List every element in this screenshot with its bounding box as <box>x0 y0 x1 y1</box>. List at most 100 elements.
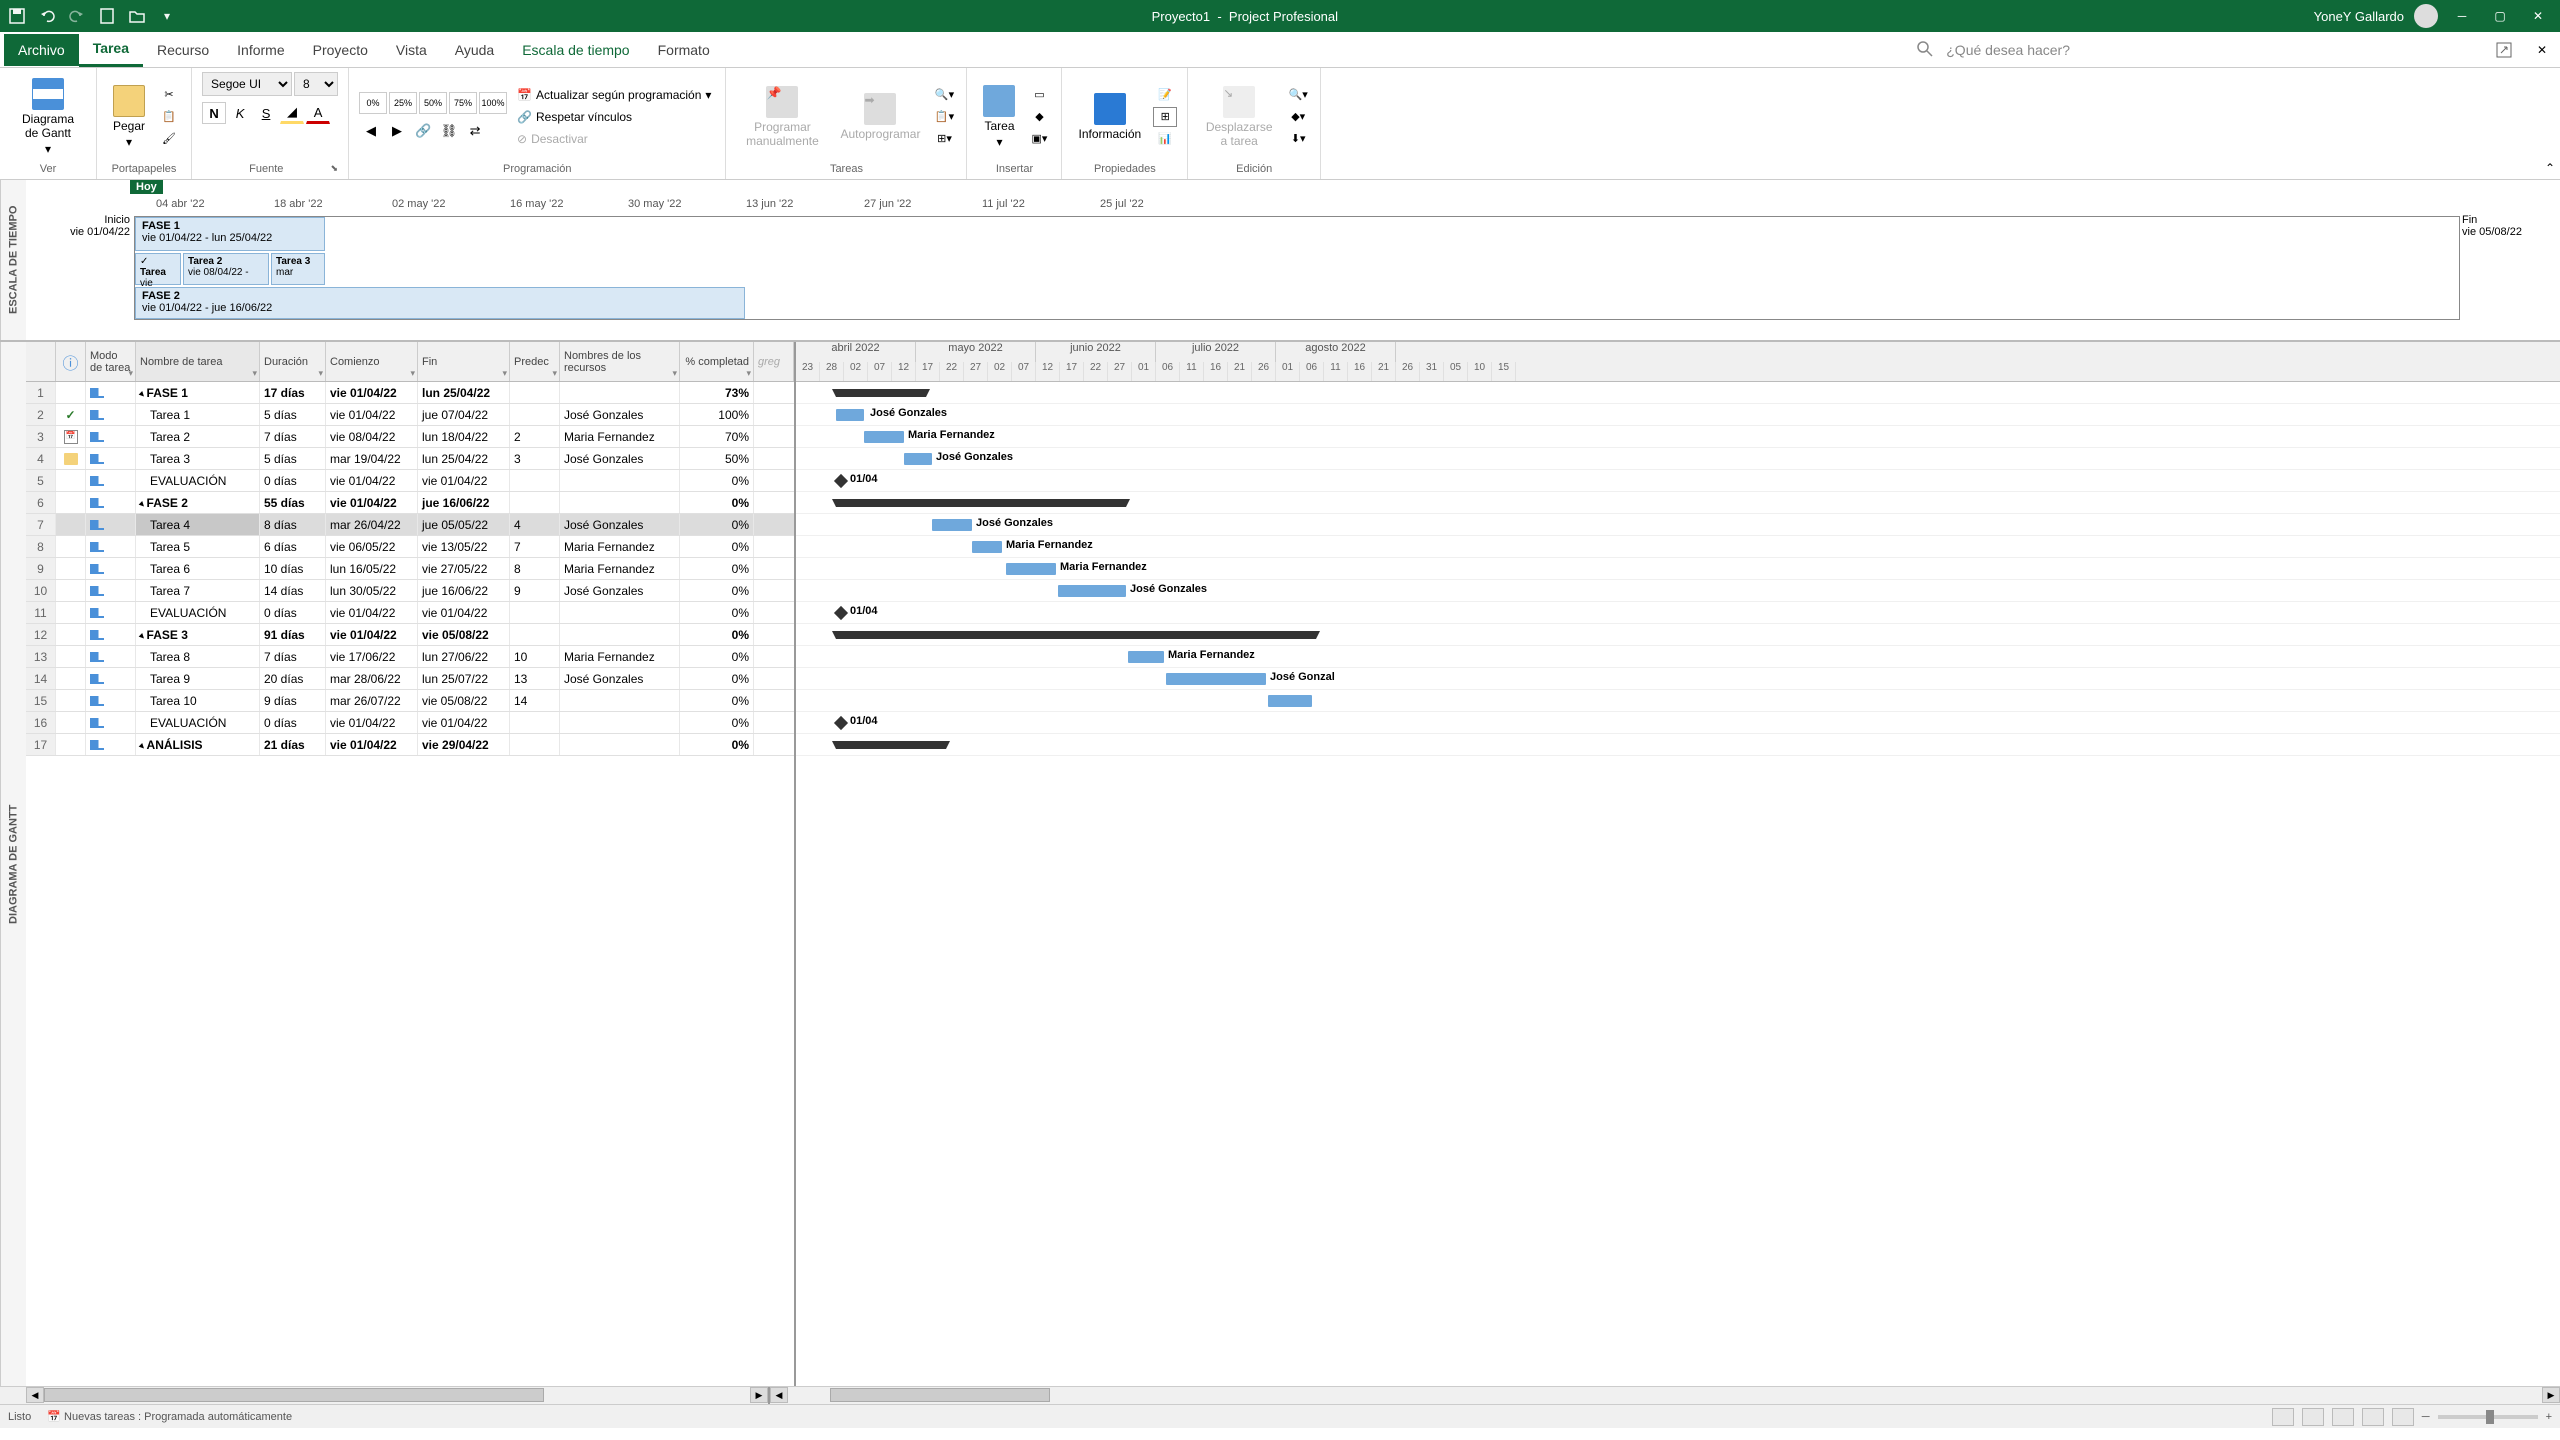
row-duration[interactable]: 14 días <box>260 580 326 601</box>
row-duration[interactable]: 8 días <box>260 514 326 535</box>
gantt-view-button[interactable]: Diagrama de Gantt ▾ <box>10 76 86 158</box>
table-row[interactable]: 9Tarea 610 díaslun 16/05/22vie 27/05/228… <box>26 558 794 580</box>
gantt-task-bar[interactable] <box>1058 585 1126 597</box>
row-number[interactable]: 3 <box>26 426 56 447</box>
search-icon[interactable] <box>1916 40 1936 60</box>
row-end[interactable]: vie 13/05/22 <box>418 536 510 557</box>
row-name[interactable]: Tarea 4 <box>136 514 260 535</box>
row-end[interactable]: jue 05/05/22 <box>418 514 510 535</box>
row-pred[interactable] <box>510 492 560 513</box>
row-start[interactable]: vie 01/04/22 <box>326 734 418 755</box>
row-number[interactable]: 15 <box>26 690 56 711</box>
chart-scroll-left-icon[interactable]: ◀ <box>770 1387 788 1403</box>
minimize-icon[interactable]: ─ <box>2448 6 2476 26</box>
row-end[interactable]: vie 05/08/22 <box>418 624 510 645</box>
row-pred[interactable]: 8 <box>510 558 560 579</box>
table-row[interactable]: 10 Tarea 714 díaslun 30/05/22jue 16/06/22… <box>26 580 794 602</box>
table-row[interactable]: 5EVALUACIÓN0 díasvie 01/04/22vie 01/04/2… <box>26 470 794 492</box>
row-mode[interactable] <box>86 602 136 623</box>
outdent-icon[interactable]: ◀ <box>359 120 383 142</box>
row-duration[interactable]: 20 días <box>260 668 326 689</box>
row-name[interactable]: EVALUACIÓN <box>136 602 260 623</box>
font-size-select[interactable]: 8 <box>294 72 338 96</box>
gantt-milestone-icon[interactable] <box>834 716 848 730</box>
row-end[interactable]: vie 05/08/22 <box>418 690 510 711</box>
tab-proyecto[interactable]: Proyecto <box>299 34 382 66</box>
inspect-icon[interactable]: 🔍▾ <box>932 85 956 105</box>
row-pct[interactable]: 0% <box>680 558 754 579</box>
bold-button[interactable]: N <box>202 102 226 124</box>
row-end[interactable]: lun 27/06/22 <box>418 646 510 667</box>
row-pct[interactable]: 70% <box>680 426 754 447</box>
share-icon[interactable] <box>2490 36 2518 64</box>
row-end[interactable]: jue 16/06/22 <box>418 580 510 601</box>
row-resource[interactable]: José Gonzales <box>560 404 680 425</box>
row-end[interactable]: vie 27/05/22 <box>418 558 510 579</box>
row-duration[interactable]: 7 días <box>260 646 326 667</box>
row-pct[interactable]: 0% <box>680 470 754 491</box>
col-name[interactable]: Nombre de tarea▾ <box>136 342 260 381</box>
view-usage-icon[interactable] <box>2302 1408 2324 1426</box>
clear-icon[interactable]: ◆▾ <box>1286 107 1310 127</box>
manual-schedule-button[interactable]: 📌 Programar manualmente <box>736 84 828 150</box>
redo-icon[interactable] <box>68 7 86 25</box>
row-name[interactable]: Tarea 7 <box>136 580 260 601</box>
col-end[interactable]: Fin▾ <box>418 342 510 381</box>
row-name[interactable]: ANÁLISIS <box>136 734 260 755</box>
row-name[interactable]: EVALUACIÓN <box>136 470 260 491</box>
row-pred[interactable]: 7 <box>510 536 560 557</box>
row-number[interactable]: 10 <box>26 580 56 601</box>
collapse-ribbon-icon[interactable]: ⌃ <box>2540 68 2560 179</box>
row-resource[interactable]: Maria Fernandez <box>560 536 680 557</box>
row-pct[interactable]: 0% <box>680 492 754 513</box>
gantt-summary-bar[interactable] <box>836 741 946 749</box>
table-row[interactable]: 7Tarea 48 díasmar 26/04/22jue 05/05/224J… <box>26 514 794 536</box>
row-pct[interactable]: 0% <box>680 514 754 535</box>
zoom-slider[interactable] <box>2438 1415 2538 1419</box>
row-end[interactable]: lun 25/04/22 <box>418 382 510 403</box>
row-start[interactable]: vie 01/04/22 <box>326 470 418 491</box>
font-family-select[interactable]: Segoe UI <box>202 72 292 96</box>
link-icon[interactable]: 🔗 <box>411 120 435 142</box>
row-end[interactable]: vie 29/04/22 <box>418 734 510 755</box>
row-pred[interactable] <box>510 734 560 755</box>
row-duration[interactable]: 17 días <box>260 382 326 403</box>
row-name[interactable]: Tarea 10 <box>136 690 260 711</box>
row-name[interactable]: Tarea 9 <box>136 668 260 689</box>
row-pct[interactable]: 50% <box>680 448 754 469</box>
row-start[interactable]: lun 30/05/22 <box>326 580 418 601</box>
row-mode[interactable] <box>86 426 136 447</box>
undo-icon[interactable] <box>38 7 56 25</box>
row-resource[interactable]: Maria Fernandez <box>560 426 680 447</box>
indent-icon[interactable]: ▶ <box>385 120 409 142</box>
row-pred[interactable]: 2 <box>510 426 560 447</box>
row-duration[interactable]: 9 días <box>260 690 326 711</box>
row-pct[interactable]: 0% <box>680 624 754 645</box>
row-end[interactable]: vie 01/04/22 <box>418 602 510 623</box>
row-end[interactable]: lun 25/04/22 <box>418 448 510 469</box>
row-duration[interactable]: 0 días <box>260 602 326 623</box>
tab-recurso[interactable]: Recurso <box>143 34 223 66</box>
table-row[interactable]: 8Tarea 56 díasvie 06/05/22vie 13/05/227M… <box>26 536 794 558</box>
row-pct[interactable]: 0% <box>680 668 754 689</box>
row-mode[interactable] <box>86 382 136 403</box>
gantt-summary-bar[interactable] <box>836 389 926 397</box>
row-pred[interactable] <box>510 712 560 733</box>
timeline-fase1[interactable]: FASE 1vie 01/04/22 - lun 25/04/22 <box>135 217 325 251</box>
row-duration[interactable]: 7 días <box>260 426 326 447</box>
gantt-milestone-icon[interactable] <box>834 474 848 488</box>
col-rownum[interactable] <box>26 342 56 381</box>
user-avatar-icon[interactable] <box>2414 4 2438 28</box>
row-start[interactable]: vie 17/06/22 <box>326 646 418 667</box>
table-row[interactable]: 17ANÁLISIS21 díasvie 01/04/22vie 29/04/2… <box>26 734 794 756</box>
row-pct[interactable]: 73% <box>680 382 754 403</box>
update-schedule-button[interactable]: 📅 Actualizar según programación ▾ <box>513 86 715 104</box>
row-mode[interactable] <box>86 558 136 579</box>
gantt-task-bar[interactable] <box>1166 673 1266 685</box>
row-end[interactable]: vie 01/04/22 <box>418 470 510 491</box>
view-gantt-icon[interactable] <box>2272 1408 2294 1426</box>
row-resource[interactable] <box>560 382 680 403</box>
row-start[interactable]: vie 01/04/22 <box>326 712 418 733</box>
save-icon[interactable] <box>8 7 26 25</box>
italic-button[interactable]: K <box>228 102 252 124</box>
